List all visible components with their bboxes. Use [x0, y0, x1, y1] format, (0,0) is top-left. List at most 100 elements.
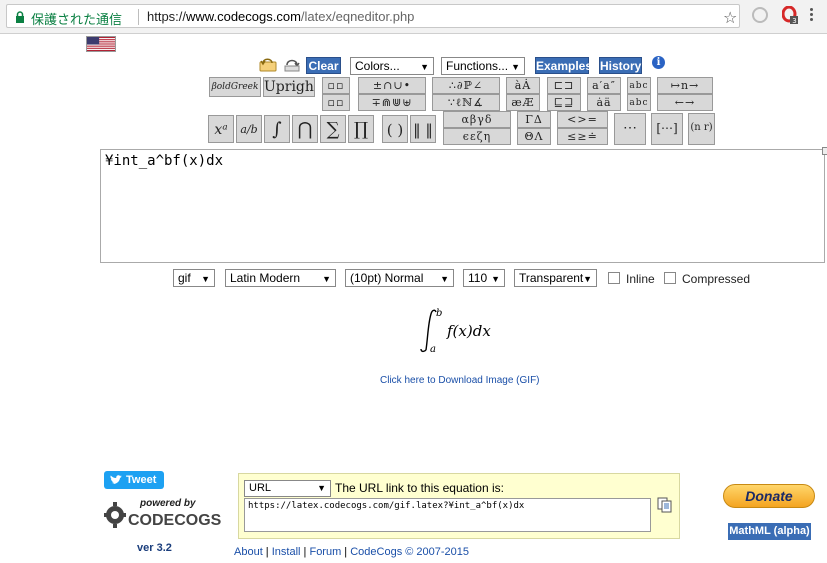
overset-button-1[interactable]: abc [627, 77, 651, 94]
chevron-down-icon: ▼ [583, 274, 592, 284]
donate-button[interactable]: Donate [723, 484, 815, 508]
background-select-value: Transparent [519, 271, 584, 285]
underset-button-2[interactable]: abc [627, 94, 651, 111]
background-select[interactable]: Transparent ▼ [514, 269, 597, 287]
svg-text:f(x)dx: f(x)dx [446, 322, 491, 340]
address-bar[interactable]: 保護された通信 https://www.codecogs.com/latex/e… [6, 4, 740, 28]
colors-select-label: Colors... [355, 59, 400, 73]
operators-button-1[interactable]: ±∩∪• [358, 77, 426, 94]
subset-button-2[interactable]: ⊑⊒ [547, 94, 581, 111]
superscript-button[interactable]: xᵃ [208, 115, 234, 143]
latex-editor-textarea[interactable]: ¥int_a^bf(x)dx [100, 149, 825, 263]
dpi-select[interactable]: 110 ▼ [463, 269, 505, 287]
link-type-select[interactable]: URL ▼ [244, 480, 331, 497]
extension-badge: 3 [792, 17, 796, 24]
greek-upper-button-2[interactable]: ΘΛ [517, 128, 551, 145]
logic-button-1[interactable]: ∴∂ℙ∠ [432, 77, 500, 94]
copy-icon[interactable] [657, 497, 673, 513]
upright-button[interactable]: Upright [263, 77, 315, 97]
accents-button-1[interactable]: àȦ [506, 77, 540, 94]
chevron-down-icon: ▼ [317, 483, 326, 493]
redo-icon[interactable] [282, 56, 302, 72]
functions-select-label: Functions... [446, 59, 509, 73]
bookmark-star-icon[interactable]: ☆ [723, 8, 737, 27]
matrix-button-1[interactable]: ▫▫ [322, 77, 350, 94]
brand-name: CODECOGS [128, 512, 222, 529]
arrows-button-1[interactable]: ↦n→ [657, 77, 713, 94]
dpi-select-value: 110 [468, 271, 488, 285]
examples-button[interactable]: Examples [535, 57, 592, 74]
chevron-down-icon: ▼ [511, 62, 520, 72]
install-link[interactable]: Install [272, 546, 301, 558]
fraction-button[interactable]: a/b [236, 115, 262, 143]
functions-select[interactable]: Functions... ▼ [441, 57, 525, 75]
greek-lower-button-1[interactable]: αβγδ [443, 111, 511, 128]
binomial-button[interactable]: (n r) [688, 113, 715, 145]
bigcap-button[interactable]: ⋂ [292, 115, 318, 143]
accents-button-2[interactable]: æÆ [506, 94, 540, 111]
opera-extension-icon[interactable]: 3 [782, 6, 798, 24]
url-path: /latex/eqneditor.php [300, 9, 415, 24]
chevron-down-icon: ▼ [420, 62, 429, 72]
size-select[interactable]: (10pt) Normal ▼ [345, 269, 454, 287]
boldgreek-button[interactable]: βoldGreek [209, 77, 261, 97]
version-label: ver 3.2 [137, 542, 172, 554]
url-host: www.codecogs.com [186, 9, 301, 24]
relations-button-2[interactable]: ≤≥≐ [557, 128, 608, 145]
download-image-link[interactable]: Click here to Download Image (GIF) [380, 375, 540, 386]
undo-icon[interactable] [258, 56, 278, 72]
us-flag-icon[interactable] [86, 36, 116, 52]
norm-button[interactable]: ‖ ‖ [410, 115, 436, 143]
greek-upper-button-1[interactable]: ΓΔ [517, 111, 551, 128]
subset-button-1[interactable]: ⊏⊐ [547, 77, 581, 94]
logic-button-2[interactable]: ∵ℓℕ∡ [432, 94, 500, 111]
compressed-label: Compressed [682, 272, 751, 286]
primes-button-1[interactable]: a′a″ [587, 77, 621, 94]
url-text[interactable]: https://www.codecogs.com/latex/eqneditor… [147, 9, 414, 24]
chevron-down-icon: ▼ [201, 274, 210, 284]
product-button[interactable]: ∏ [348, 115, 374, 143]
bracket-matrix-button[interactable]: [⋯] [651, 113, 683, 145]
integral-button[interactable]: ∫ [264, 115, 290, 143]
extension-icon[interactable] [752, 7, 768, 23]
twitter-bird-icon [110, 475, 122, 484]
secure-label: 保護された通信 [31, 13, 123, 28]
svg-text:b: b [436, 308, 442, 319]
editor-resize-handle[interactable] [822, 147, 827, 155]
sum-button[interactable]: ∑ [320, 115, 346, 143]
arrows-button-2[interactable]: ←→ [657, 94, 713, 111]
colors-select[interactable]: Colors... ▼ [350, 57, 434, 75]
font-select[interactable]: Latin Modern ▼ [225, 269, 336, 287]
equation-url-textarea[interactable]: https://latex.codecogs.com/gif.latex?¥in… [244, 498, 651, 532]
matrix-button-2[interactable]: ▫▫ [322, 94, 350, 111]
powered-by-text: powered by [140, 498, 196, 509]
copyright-link[interactable]: CodeCogs © 2007-2015 [350, 546, 469, 558]
chevron-down-icon: ▼ [440, 274, 449, 284]
relations-button-1[interactable]: <>= [557, 111, 608, 128]
info-icon[interactable]: i [652, 56, 665, 69]
url-link-label: The URL link to this equation is: [335, 481, 504, 495]
browser-menu-icon[interactable] [810, 8, 814, 24]
equation-preview: b a f(x)dx [420, 308, 491, 355]
inline-checkbox[interactable] [608, 272, 620, 284]
format-select[interactable]: gif ▼ [173, 269, 215, 287]
forum-link[interactable]: Forum [309, 546, 341, 558]
inline-label: Inline [626, 272, 655, 286]
chevron-down-icon: ▼ [491, 274, 500, 284]
about-link[interactable]: About [234, 546, 263, 558]
browser-toolbar: 保護された通信 https://www.codecogs.com/latex/e… [0, 0, 827, 34]
dots-matrix-button[interactable]: ⋯ [614, 113, 646, 145]
tweet-button[interactable]: Tweet [104, 471, 164, 489]
format-select-value: gif [178, 271, 191, 285]
operators-button-2[interactable]: ∓⋒⋓⊎ [358, 94, 426, 111]
address-divider [138, 9, 139, 25]
mathml-button[interactable]: MathML (alpha) [728, 523, 811, 540]
powered-by-logo[interactable]: powered by CODECOGS [104, 498, 221, 534]
parentheses-button[interactable]: ( ) [382, 115, 408, 143]
compressed-checkbox[interactable] [664, 272, 676, 284]
font-select-value: Latin Modern [230, 271, 301, 285]
clear-button[interactable]: Clear [306, 57, 341, 74]
dots-button-2[interactable]: ȧä [587, 94, 621, 111]
history-button[interactable]: History [599, 57, 642, 74]
greek-lower-button-2[interactable]: ϵεζη [443, 128, 511, 145]
